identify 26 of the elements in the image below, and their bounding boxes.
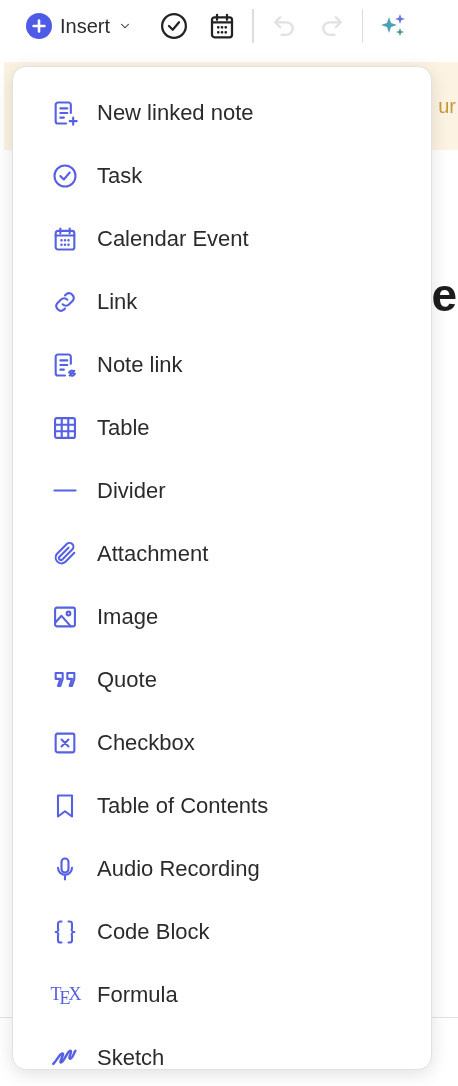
note-title: e: [431, 268, 457, 322]
check-circle-icon: [159, 11, 190, 41]
insert-button[interactable]: Insert: [24, 11, 135, 41]
menu-item[interactable]: Quote: [13, 648, 431, 711]
toolbar-button[interactable]: [159, 11, 190, 41]
banner-text: ur: [438, 94, 456, 118]
menu-item[interactable]: Table: [13, 396, 431, 459]
menu-item[interactable]: Code Block: [13, 900, 431, 963]
menu-item[interactable]: Audio Recording: [13, 837, 431, 900]
menu-item[interactable]: New linked note: [13, 81, 431, 144]
menu-item[interactable]: TEX Formula: [13, 963, 431, 1026]
menu-item[interactable]: Note link: [13, 333, 431, 396]
menu-item[interactable]: Task: [13, 144, 431, 207]
plus-icon: [26, 13, 52, 39]
menu-item[interactable]: Link: [13, 270, 431, 333]
menu-item[interactable]: Table of Contents: [13, 774, 431, 837]
menu-item[interactable]: Image: [13, 585, 431, 648]
check-circle-icon: [51, 161, 79, 190]
horizontal-line-icon: [53, 489, 77, 492]
menu-item[interactable]: Divider: [13, 459, 431, 522]
menu-item[interactable]: Calendar Event: [13, 207, 431, 270]
menu-item[interactable]: Sketch: [13, 1026, 431, 1069]
tex-icon: TEX: [50, 984, 80, 1005]
menu-item[interactable]: Attachment: [13, 522, 431, 585]
squiggle-icon: [52, 1048, 78, 1067]
menu-item[interactable]: Checkbox: [13, 711, 431, 774]
